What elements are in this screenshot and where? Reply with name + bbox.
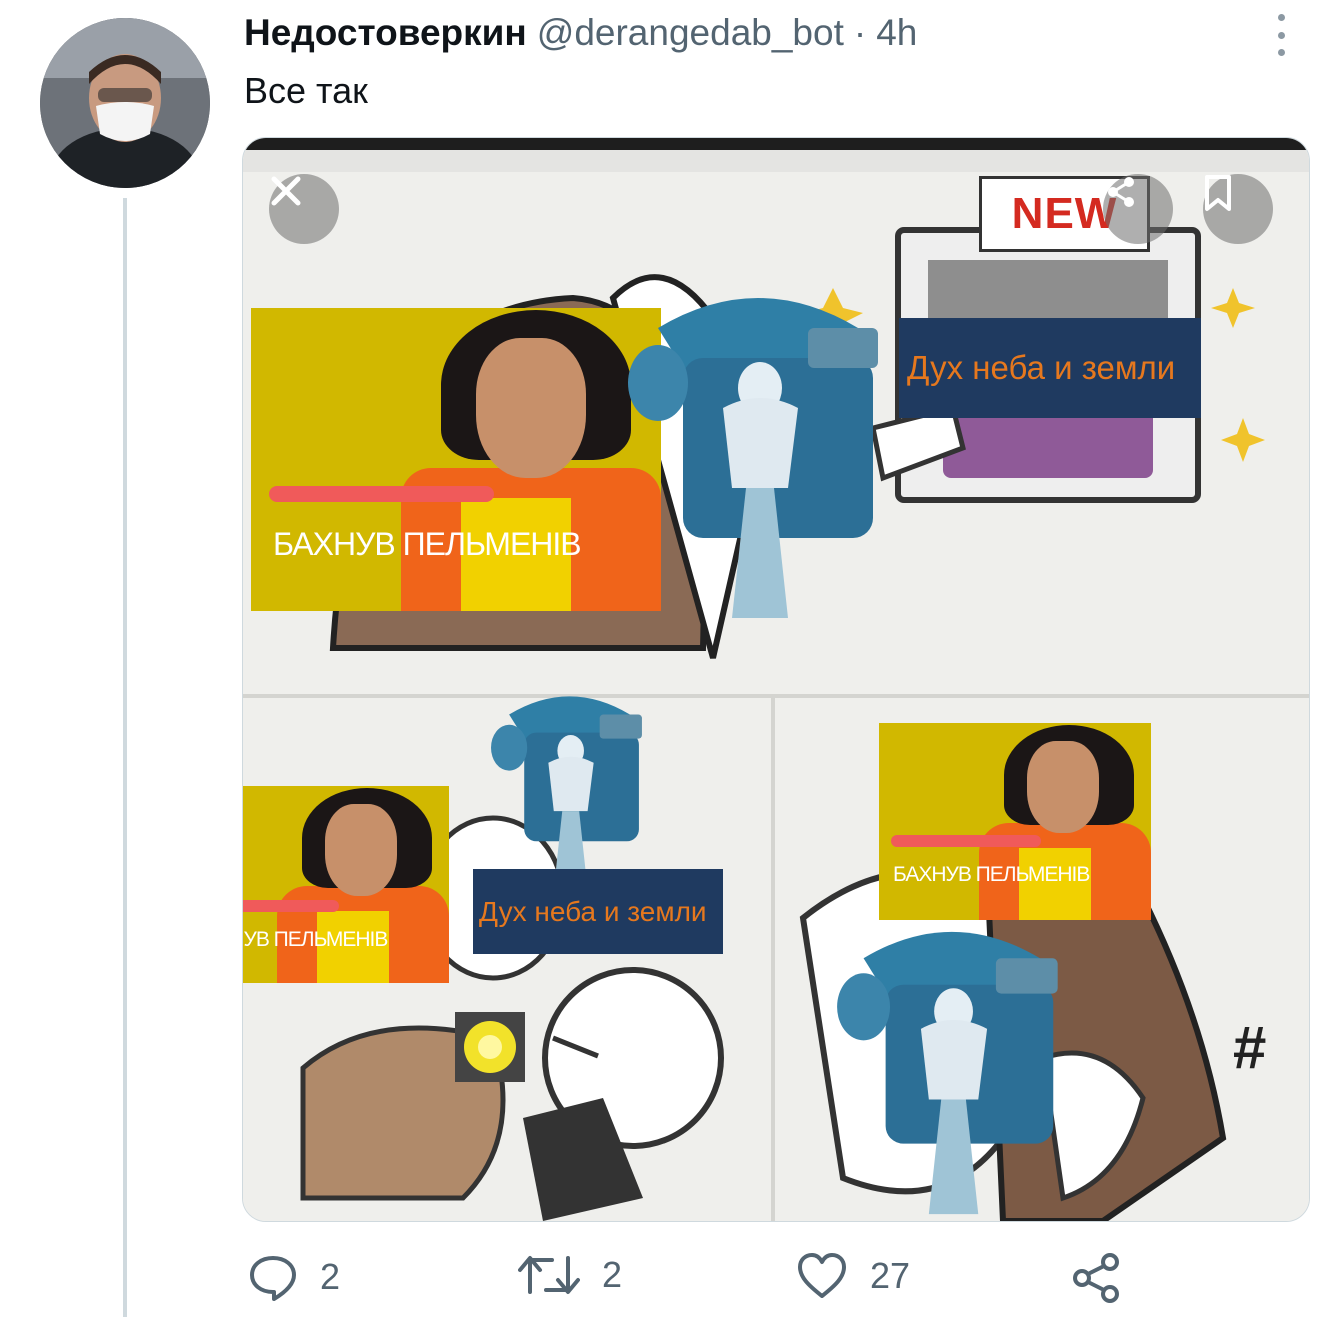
reply-icon (250, 1256, 296, 1301)
bookmark-icon[interactable] (1203, 174, 1273, 244)
tweet-actions: 2 2 27 (0, 1252, 1344, 1312)
svg-text:#: # (1233, 1014, 1266, 1081)
retweet-button[interactable]: 2 (518, 1252, 622, 1298)
meme-caption: БАХНУВ ПЕЛЬМЕНІВ (273, 526, 582, 562)
reply-count: 2 (320, 1256, 341, 1297)
like-button[interactable]: 27 (796, 1252, 910, 1300)
spirit-statue-icon (628, 298, 878, 618)
tweet-header: Недостоверкин @derangedab_bot · 4h (244, 12, 917, 54)
more-options-icon[interactable] (1266, 10, 1296, 60)
spirit-statue-icon (837, 931, 1058, 1215)
more-dot (1277, 31, 1285, 39)
close-icon[interactable] (269, 174, 339, 244)
author-handle[interactable]: @derangedab_bot (537, 12, 844, 54)
share-icon (1073, 1253, 1119, 1303)
retweet-icon (518, 1256, 580, 1294)
reply-button[interactable]: 2 (248, 1252, 340, 1302)
more-dot (1277, 14, 1285, 21)
meme-caption: БАХНУВ ПЕЛЬМЕНІВ (893, 863, 1090, 886)
spirit-statue-icon (491, 696, 642, 890)
spirit-label: Дух неба и земли (899, 318, 1201, 418)
meme-caption: БАХНУВ ПЕЛЬМЕНІВ (243, 928, 388, 951)
heart-icon (798, 1253, 846, 1298)
more-dot (1277, 49, 1285, 56)
avatar-photo (40, 18, 210, 188)
spirit-label: Дух неба и земли (473, 869, 723, 954)
meme-image: БАХНУВ ПЕЛЬМЕНІВ (243, 786, 449, 983)
meme-image: БАХНУВ ПЕЛЬМЕНІВ (879, 723, 1151, 920)
share-icon[interactable] (1103, 174, 1173, 244)
thread-line (123, 198, 127, 1317)
share-button[interactable] (1070, 1252, 1122, 1304)
tweet-time[interactable]: 4h (876, 12, 917, 54)
tweet-text: Все так (244, 70, 368, 111)
like-count: 27 (870, 1255, 911, 1296)
retweet-count: 2 (602, 1254, 623, 1295)
header-separator: · (853, 12, 867, 53)
meme-image: БАХНУВ ПЕЛЬМЕНІВ (251, 308, 661, 611)
tweet-media[interactable]: # NEW БАХНУВ ПЕЛЬМЕНІВ БАХНУВ ПЕЛЬМЕНІВ (242, 137, 1310, 1222)
author-name[interactable]: Недостоверкин (244, 12, 527, 54)
avatar[interactable] (40, 18, 210, 188)
